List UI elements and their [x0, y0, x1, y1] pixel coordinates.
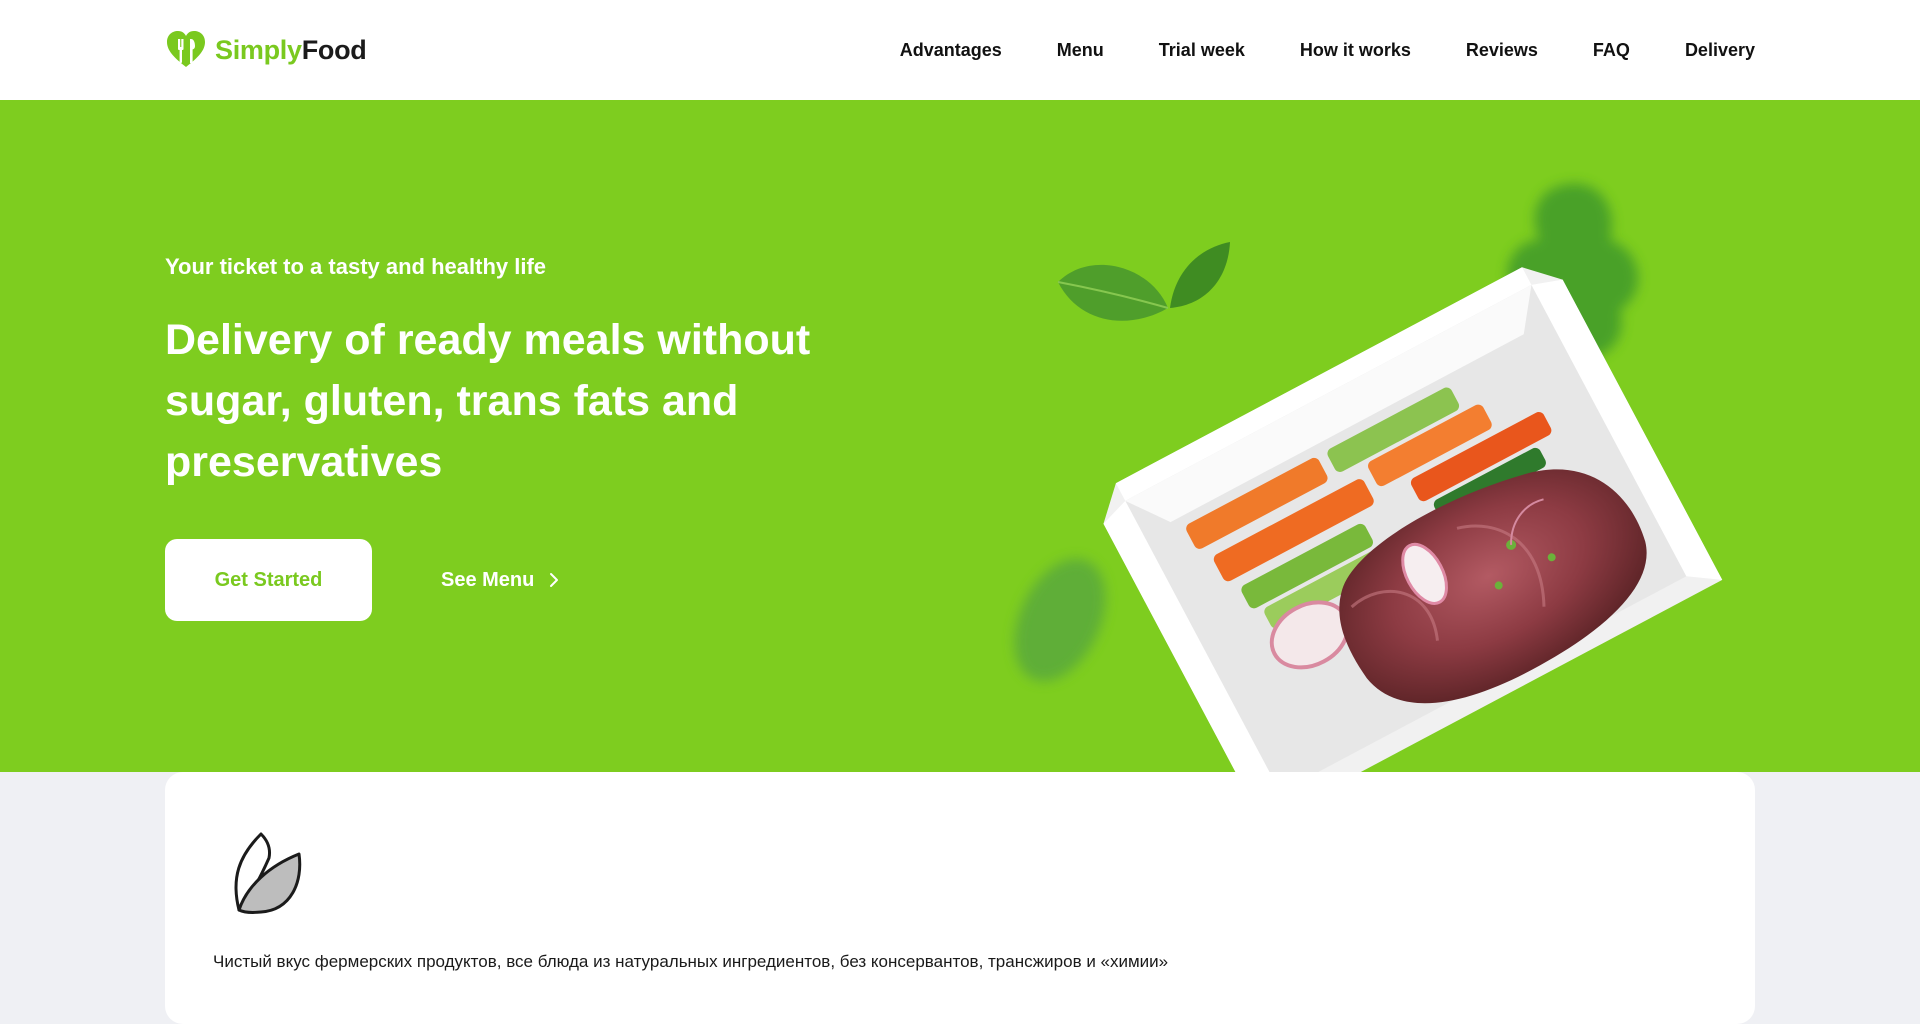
nav-item-how-it-works[interactable]: How it works: [1300, 40, 1411, 61]
heart-cutlery-icon: [167, 31, 205, 67]
chevron-right-icon: [550, 573, 559, 587]
logo[interactable]: SimplyFood: [165, 28, 367, 72]
nav-item-trial-week[interactable]: Trial week: [1159, 40, 1245, 61]
hero-title: Delivery of ready meals without sugar, g…: [165, 316, 811, 486]
feature-text: Чистый вкус фермерских продуктов, все бл…: [213, 952, 1169, 971]
leaf-icon: [234, 832, 302, 914]
nav-item-advantages[interactable]: Advantages: [900, 40, 1002, 61]
logo-text-simply: Simply: [215, 34, 302, 65]
main-nav: Advantages Menu Trial week How it works …: [900, 0, 1755, 100]
nav-item-faq[interactable]: FAQ: [1593, 40, 1630, 61]
meal-box-image: [1014, 183, 1723, 772]
feature-card: Чистый вкус фермерских продуктов, все бл…: [165, 772, 1755, 1024]
logo-text: SimplyFood: [215, 35, 367, 66]
hero-section: Your ticket to a tasty and healthy life …: [0, 100, 1920, 772]
logo-text-food: Food: [301, 34, 367, 65]
nav-item-menu[interactable]: Menu: [1057, 40, 1104, 61]
hero-kicker: Your ticket to a tasty and healthy life: [165, 254, 547, 279]
get-started-button[interactable]: Get Started: [165, 539, 372, 621]
nav-item-delivery[interactable]: Delivery: [1685, 40, 1755, 61]
site-header: SimplyFood Advantages Menu Trial week Ho…: [0, 0, 1920, 100]
nav-item-reviews[interactable]: Reviews: [1466, 40, 1538, 61]
see-menu-label: See Menu: [441, 568, 535, 591]
see-menu-link[interactable]: See Menu: [441, 539, 560, 621]
